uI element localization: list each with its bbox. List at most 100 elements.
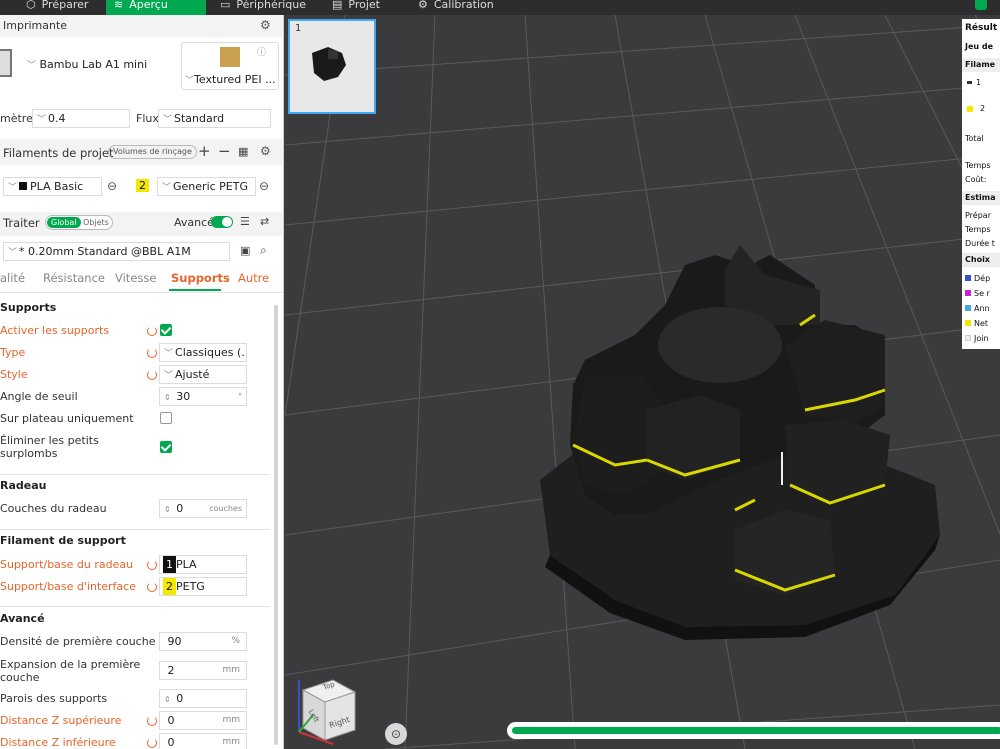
legend-item: Net — [965, 319, 988, 328]
tab-calibration[interactable]: ⚙ Calibration — [410, 0, 520, 15]
settings-scrollbar[interactable] — [274, 305, 278, 745]
filament-2-badge: 2 — [136, 179, 149, 192]
raft-layers-label: Couches du radeau — [0, 502, 107, 515]
results-set: Jeu de — [965, 42, 994, 51]
remove-filament-icon[interactable]: − — [218, 142, 231, 160]
fit-view-icon[interactable]: ⊙ — [385, 723, 407, 745]
list-icon[interactable]: ☰ — [240, 215, 250, 228]
reset-icon[interactable] — [147, 582, 157, 592]
raft-layers-input[interactable]: ⇕ 0 couches — [159, 499, 247, 518]
tab-prepare[interactable]: ⬡ Préparer — [18, 0, 103, 15]
results-filament-1: 1 — [976, 78, 982, 87]
reset-icon[interactable] — [147, 738, 157, 748]
results-total: Total — [965, 134, 984, 143]
bottom-z-distance-input[interactable]: 0 mm — [159, 733, 247, 749]
filament-2-dropdown[interactable]: ﹀ Generic PETG — [157, 177, 256, 196]
tab-speed[interactable]: Vitesse — [115, 271, 156, 285]
first-layer-density-input[interactable]: 90% — [159, 632, 247, 651]
advanced-label: Avancé — [174, 216, 214, 229]
results-time2: Temps — [965, 225, 991, 234]
flow-dropdown[interactable]: ﹀ Standard — [158, 109, 271, 128]
printer-settings-gear-icon[interactable]: ⚙ — [260, 18, 271, 32]
support-interface-dropdown[interactable]: 2 PETG — [159, 577, 247, 596]
nozzle-diameter-dropdown[interactable]: ﹀ 0.4 — [32, 109, 130, 128]
filament-1-remove-icon[interactable]: ⊖ — [107, 179, 117, 193]
legend-item: Join — [965, 334, 989, 343]
layers-icon: ≋ — [114, 0, 124, 11]
filament-1-swatch — [19, 182, 28, 190]
support-type-label: Type — [0, 346, 26, 359]
remove-small-overhangs-checkbox[interactable] — [160, 441, 172, 453]
search-icon[interactable]: ⌕ — [260, 243, 267, 258]
reset-icon[interactable] — [147, 560, 157, 570]
remove-small-overhangs-label: Éliminer les petits — [0, 434, 99, 447]
reset-icon[interactable] — [147, 348, 157, 358]
plate-thumbnail-model — [312, 47, 346, 81]
support-interface-label: Support/base d'interface — [0, 580, 136, 593]
divider — [0, 606, 270, 607]
flush-volumes-button[interactable]: Volumes de rinçage — [108, 145, 197, 159]
advanced-toggle[interactable] — [211, 216, 233, 228]
support-walls-input[interactable]: ⇕ 0 — [159, 689, 247, 708]
advanced-group-title: Avancé — [0, 612, 45, 625]
results-prep: Prépar — [965, 211, 991, 220]
support-type-dropdown[interactable]: ﹀ Classiques (... — [159, 343, 247, 362]
plate-type-selector[interactable]: ⓘ ﹀Textured PEI ... — [181, 42, 279, 90]
compare-icon[interactable]: ⇄ — [260, 215, 269, 228]
results-time: Temps — [965, 161, 991, 170]
printer-section-title: Imprimante — [3, 19, 68, 32]
raft-group-title: Radeau — [0, 479, 47, 492]
results-filament-head: Filame — [965, 60, 996, 69]
filament-1-dropdown[interactable]: ﹀ PLA Basic — [3, 177, 102, 196]
info-icon[interactable]: ⓘ — [257, 45, 266, 58]
status-indicator — [975, 0, 987, 10]
support-style-dropdown[interactable]: ﹀ Ajusté — [159, 365, 247, 384]
enable-supports-checkbox[interactable] — [160, 324, 172, 336]
calibration-icon: ⚙ — [418, 0, 428, 11]
filament-2-remove-icon[interactable]: ⊖ — [259, 179, 269, 193]
toggle-global[interactable]: Global — [47, 217, 81, 228]
support-style-label: Style — [0, 368, 28, 381]
reset-icon[interactable] — [147, 370, 157, 380]
top-z-distance-input[interactable]: 0 mm — [159, 711, 247, 730]
filament-settings-gear-icon[interactable]: ⚙ — [260, 144, 271, 158]
settings-panel: Imprimante ⚙ ﹀ Bambu Lab A1 mini ⓘ ﹀Text… — [0, 15, 284, 749]
divider — [0, 474, 270, 475]
add-filament-icon[interactable]: + — [198, 142, 211, 160]
tab-project[interactable]: ▤ Projet — [324, 0, 394, 15]
printer-name-dropdown[interactable]: ﹀ Bambu Lab A1 mini — [27, 58, 147, 71]
filament-sync-icon[interactable]: ▦ — [238, 145, 248, 158]
plate-thumbnail — [220, 47, 240, 67]
top-z-distance-label: Distance Z supérieure — [0, 714, 122, 727]
first-layer-density-label: Densité de première couche — [0, 635, 156, 648]
save-preset-icon[interactable]: ▣ — [240, 244, 250, 257]
layer-slider[interactable] — [507, 722, 1000, 739]
3d-viewport[interactable]: 1 Top Left Right ⊙ Résult Jeu de Filame … — [285, 15, 1000, 749]
process-preset-dropdown[interactable]: ﹀ * 0.20mm Standard @BBL A1M — [3, 242, 230, 261]
reset-icon[interactable] — [147, 326, 157, 336]
threshold-angle-input[interactable]: ⇕ 30 ° — [159, 387, 247, 406]
filaments-title: Filaments de projet — [3, 146, 114, 160]
tab-supports[interactable]: Supports — [171, 271, 230, 285]
supports-group-title: Supports — [0, 301, 57, 314]
view-cube[interactable]: Top Left Right — [293, 670, 363, 745]
build-plate-only-label: Sur plateau uniquement — [0, 412, 134, 425]
legend-item: Se r — [965, 289, 990, 298]
tab-preview[interactable]: ≋ Aperçu — [106, 0, 206, 15]
flow-label: Flux — [136, 112, 159, 125]
results-estimation: Estima — [965, 193, 996, 202]
global-objects-toggle[interactable]: Global Objets — [45, 215, 113, 230]
tab-strength[interactable]: Résistance — [43, 271, 105, 285]
cube-icon: ⬡ — [26, 0, 36, 11]
reset-icon[interactable] — [147, 716, 157, 726]
plate-thumbnail-1[interactable]: 1 — [288, 19, 376, 114]
support-base-dropdown[interactable]: 1 PLA — [159, 555, 247, 574]
tab-other[interactable]: Autre — [238, 271, 269, 285]
tab-quality[interactable]: alité — [0, 271, 25, 285]
results-choice: Choix — [965, 255, 990, 264]
first-layer-expansion-input[interactable]: 2 mm — [159, 661, 247, 680]
threshold-angle-label: Angle de seuil — [0, 390, 78, 403]
tab-device[interactable]: ▭ Périphérique — [212, 0, 312, 15]
build-plate-only-checkbox[interactable] — [160, 412, 172, 424]
toggle-objects[interactable]: Objets — [83, 217, 109, 228]
